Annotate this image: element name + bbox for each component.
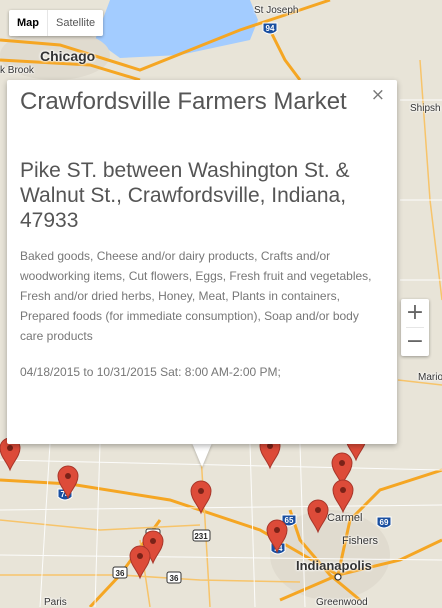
market-schedule: 04/18/2015 to 10/31/2015 Sat: 8:00 AM-2:… bbox=[20, 365, 281, 379]
zoom-control: + − bbox=[401, 299, 429, 356]
infowindow-tail bbox=[192, 443, 212, 467]
map-marker-icon[interactable] bbox=[332, 479, 354, 514]
map-marker-icon[interactable] bbox=[266, 519, 288, 554]
map-type-map-button[interactable]: Map bbox=[9, 10, 47, 36]
map-type-satellite-button[interactable]: Satellite bbox=[47, 10, 104, 36]
zoom-in-button[interactable]: + bbox=[401, 299, 429, 327]
map-type-control: Map Satellite bbox=[9, 10, 104, 36]
map-marker-icon[interactable] bbox=[190, 480, 212, 515]
map-marker-icon[interactable] bbox=[57, 465, 79, 500]
market-address: Pike ST. between Washington St. & Walnut… bbox=[20, 159, 350, 232]
market-title: Crawfordsville Farmers Market bbox=[20, 88, 347, 115]
close-icon[interactable]: × bbox=[371, 85, 385, 105]
zoom-out-button[interactable]: − bbox=[401, 328, 429, 356]
map-marker-icon[interactable] bbox=[307, 499, 329, 534]
map-marker-icon[interactable] bbox=[129, 545, 151, 580]
infowindow: × Crawfordsville Farmers Market Pike ST.… bbox=[7, 80, 397, 444]
market-products: Baked goods, Cheese and/or dairy product… bbox=[20, 249, 372, 343]
